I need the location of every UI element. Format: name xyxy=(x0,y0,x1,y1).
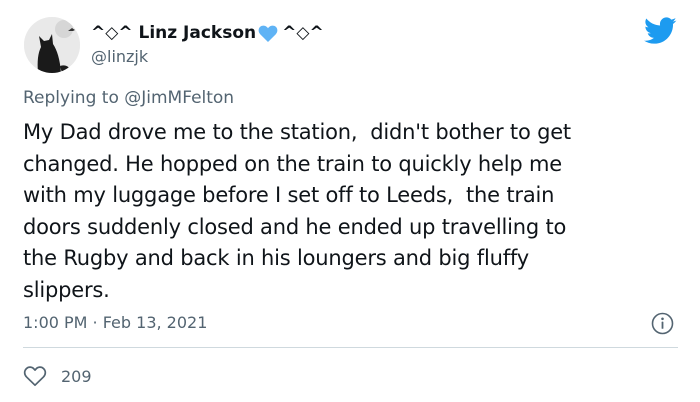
display-name-suffix: ^◇^ xyxy=(282,23,324,43)
avatar[interactable] xyxy=(24,17,80,73)
tweet-timestamp[interactable]: 1:00 PM · Feb 13, 2021 xyxy=(23,313,207,332)
reply-mention-link[interactable]: @JimMFelton xyxy=(124,88,234,108)
blue-heart-icon xyxy=(258,25,278,43)
user-handle[interactable]: @linzjk xyxy=(91,47,148,66)
like-action[interactable]: 209 xyxy=(23,363,92,389)
twitter-bird-icon[interactable] xyxy=(644,17,677,45)
replying-to-label: Replying to xyxy=(23,88,125,108)
name-row: ^◇^ Linz Jackson ^◇^ xyxy=(91,22,324,44)
divider xyxy=(23,347,678,348)
cat-silhouette-avatar-icon xyxy=(24,17,80,73)
tweet-card: ^◇^ Linz Jackson ^◇^ @linzjk Replying to… xyxy=(0,0,700,402)
display-name[interactable]: ^◇^ Linz Jackson xyxy=(91,23,256,43)
heart-outline-icon[interactable] xyxy=(23,365,47,387)
tweet-text: My Dad drove me to the station, didn't b… xyxy=(23,120,571,302)
replying-to: Replying to @JimMFelton xyxy=(23,88,234,108)
like-count: 209 xyxy=(61,366,92,386)
info-icon[interactable] xyxy=(651,312,674,335)
